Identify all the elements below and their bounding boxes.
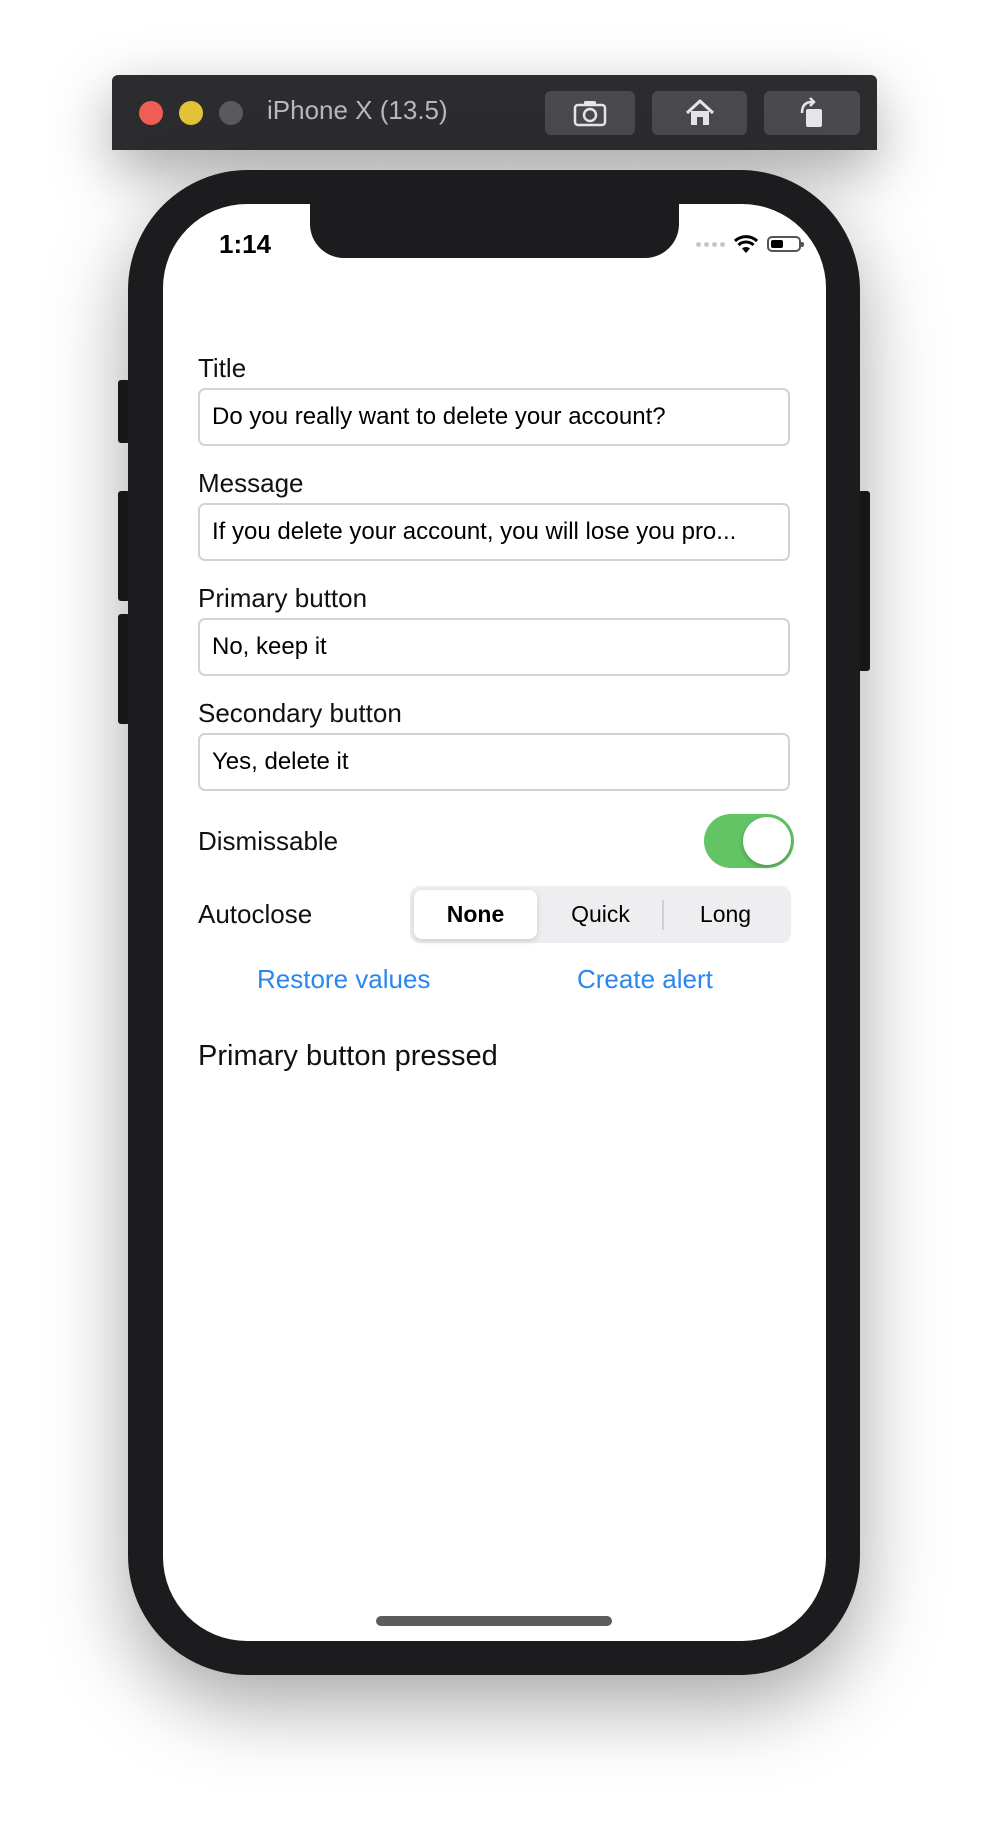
create-alert-button[interactable]: Create alert	[577, 964, 713, 995]
message-field[interactable]: If you delete your account, you will los…	[198, 503, 790, 561]
screenshot-button[interactable]	[545, 91, 635, 135]
wifi-icon	[733, 235, 759, 253]
simulator-toolbar: iPhone X (13.5)	[112, 75, 877, 150]
rotate-icon	[800, 97, 822, 127]
screenshot-icon	[573, 101, 607, 127]
secondary-button-field[interactable]: Yes, delete it	[198, 733, 790, 791]
close-window-button[interactable]	[139, 101, 163, 125]
segment-none[interactable]: None	[414, 890, 537, 939]
simulator-title: iPhone X (13.5)	[267, 95, 448, 125]
device-screen: 1:14 Title Do you really want to delete …	[163, 204, 826, 1641]
status-time: 1:14	[219, 229, 272, 259]
toggle-knob	[743, 817, 791, 865]
minimize-window-button[interactable]	[179, 101, 203, 125]
rotate-button[interactable]	[764, 91, 860, 135]
primary-button-field[interactable]: No, keep it	[198, 618, 790, 676]
result-message: Primary button pressed	[198, 1040, 498, 1072]
battery-icon	[767, 236, 804, 252]
dismissable-label: Dismissable	[198, 826, 339, 856]
status-icons	[696, 234, 804, 254]
dismissable-toggle[interactable]	[704, 814, 794, 868]
title-label: Title	[198, 353, 247, 383]
secondary-button-label: Secondary button	[198, 698, 402, 728]
primary-button-label: Primary button	[198, 583, 368, 613]
home-icon	[685, 99, 714, 125]
home-indicator[interactable]	[376, 1616, 612, 1626]
zoom-window-button[interactable]	[219, 101, 243, 125]
segment-long[interactable]: Long	[664, 890, 787, 939]
autoclose-segmented-control: None Quick Long	[410, 886, 791, 943]
cellular-icon	[696, 241, 725, 247]
autoclose-label: Autoclose	[198, 899, 313, 929]
home-button[interactable]	[652, 91, 747, 135]
segment-quick[interactable]: Quick	[539, 890, 662, 939]
title-field[interactable]: Do you really want to delete your accoun…	[198, 388, 790, 446]
restore-values-button[interactable]: Restore values	[257, 964, 430, 995]
notch	[310, 204, 679, 258]
message-label: Message	[198, 468, 304, 498]
